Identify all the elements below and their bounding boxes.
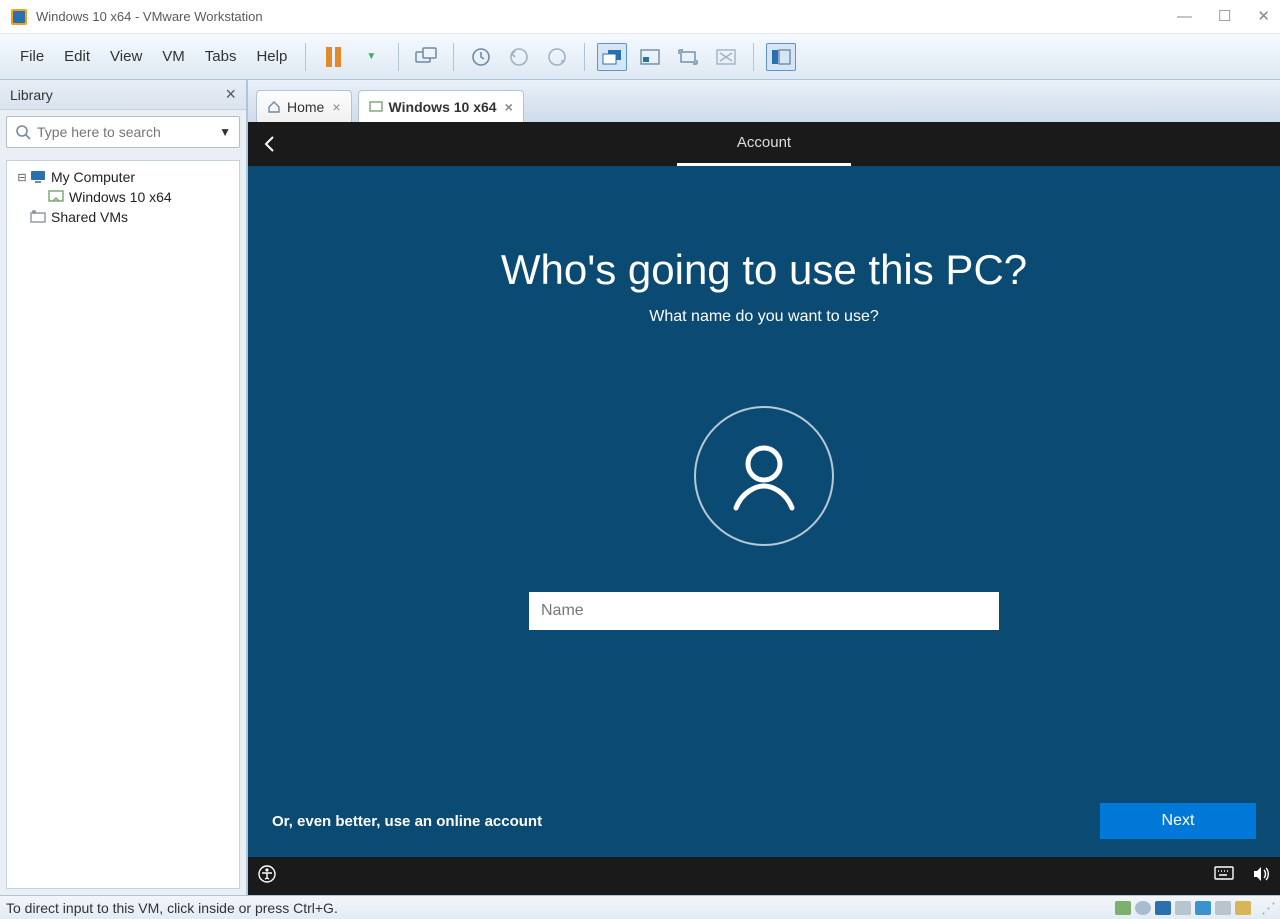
menu-view[interactable]: View [100,42,152,71]
tray-harddisk-icon[interactable] [1115,901,1131,915]
guest-topbar: Account [248,122,1280,166]
search-icon [15,124,31,140]
tray-usb-icon[interactable] [1195,901,1211,915]
guest-content: Who's going to use this PC? What name do… [248,166,1280,857]
library-sidebar: Library × ▼ ⊟ My Computer Windo [0,80,248,895]
library-search-input[interactable] [37,124,219,140]
window-minimize-button[interactable]: — [1177,9,1192,24]
tab-close-button[interactable]: × [505,99,513,115]
tabstrip: Home × Windows 10 x64 × [248,80,1280,122]
main-area: Home × Windows 10 x64 × Account [248,80,1280,895]
tree-spacer [15,211,29,223]
toolbar-divider [398,43,399,71]
keyboard-icon [415,47,437,67]
tray-printer-icon[interactable] [1175,901,1191,915]
menubar: File Edit View VM Tabs Help ▼ [0,34,1280,80]
show-console-button[interactable] [597,43,627,71]
tree-label: Windows 10 x64 [69,189,172,205]
toolbar-divider [305,43,306,71]
statusbar: To direct input to this VM, click inside… [0,895,1280,919]
toolbar-divider [453,43,454,71]
tab-close-button[interactable]: × [332,99,340,115]
tree-label: My Computer [51,169,135,185]
computer-icon [29,170,47,184]
ease-of-access-button[interactable] [258,865,276,888]
guest-section-account[interactable]: Account [677,122,851,166]
fullscreen-button[interactable] [673,43,703,71]
library-title: Library [10,87,53,103]
shared-icon [29,210,47,224]
library-search[interactable]: ▼ [6,116,240,148]
menu-file[interactable]: File [10,42,54,71]
console-icon [602,49,622,65]
guest-next-button[interactable]: Next [1100,803,1256,839]
user-icon [724,436,804,516]
keyboard-icon [1214,866,1234,880]
tray-sound-icon[interactable] [1215,901,1231,915]
snapshot-button[interactable] [466,43,496,71]
keyboard-layout-button[interactable] [1214,866,1234,887]
unity-mode-button[interactable] [711,43,741,71]
tree-node-windows10[interactable]: Windows 10 x64 [11,187,235,207]
menu-help[interactable]: Help [246,42,297,71]
guest-heading: Who's going to use this PC? [501,246,1027,294]
menu-vm[interactable]: VM [152,42,195,71]
toolbar-divider [753,43,754,71]
menu-tabs[interactable]: Tabs [195,42,247,71]
unity-icon [716,49,736,65]
library-icon [771,49,791,65]
tray-shared-folder-icon[interactable] [1235,901,1251,915]
library-tree: ⊟ My Computer Windows 10 x64 Shared VMs [6,160,240,889]
guest-name-input[interactable] [529,592,999,630]
library-toggle-button[interactable] [766,43,796,71]
tab-label: Home [287,99,324,115]
thumbnail-icon [640,49,660,65]
home-icon [267,100,281,114]
window-close-button[interactable]: ✕ [1257,9,1270,24]
device-tray: ⋰ [1115,899,1274,917]
speaker-icon [1252,866,1270,882]
vm-icon [369,101,383,113]
manage-snapshots-button[interactable] [542,43,572,71]
guest-online-account-link[interactable]: Or, even better, use an online account [272,813,542,830]
tray-cd-icon[interactable] [1135,901,1151,915]
vm-view[interactable]: Account Who's going to use this PC? What… [248,122,1280,895]
pause-vm-button[interactable] [318,43,348,71]
tree-collapse-icon[interactable]: ⊟ [15,171,29,184]
clock-icon [471,47,491,67]
send-ctrl-alt-del-button[interactable] [411,43,441,71]
search-dropdown-button[interactable]: ▼ [219,125,231,139]
volume-button[interactable] [1252,866,1270,887]
resize-grip-icon[interactable]: ⋰ [1261,899,1274,917]
accessibility-icon [258,865,276,883]
tab-label: Windows 10 x64 [389,99,497,115]
window-title: Windows 10 x64 - VMware Workstation [36,9,263,24]
toolbar-divider [584,43,585,71]
library-close-button[interactable]: × [225,84,236,105]
guest-subheading: What name do you want to use? [649,308,878,326]
vm-icon [47,190,65,204]
tree-label: Shared VMs [51,209,128,225]
pause-icon [326,47,341,67]
tree-node-my-computer[interactable]: ⊟ My Computer [11,167,235,187]
clock-back-icon [509,47,529,67]
tab-windows10[interactable]: Windows 10 x64 × [358,90,524,122]
library-header: Library × [0,80,246,110]
window-titlebar: Windows 10 x64 - VMware Workstation — ☐ … [0,0,1280,34]
menu-edit[interactable]: Edit [54,42,100,71]
tree-node-shared-vms[interactable]: Shared VMs [11,207,235,227]
chevron-down-icon: ▼ [366,51,376,62]
window-maximize-button[interactable]: ☐ [1218,9,1231,24]
guest-avatar [694,406,834,546]
clock-manage-icon [547,47,567,67]
tray-network-icon[interactable] [1155,901,1171,915]
app-icon [10,8,28,26]
power-dropdown-button[interactable]: ▼ [356,43,386,71]
status-hint: To direct input to this VM, click inside… [6,900,338,916]
tab-home[interactable]: Home × [256,90,352,122]
thumbnail-view-button[interactable] [635,43,665,71]
revert-snapshot-button[interactable] [504,43,534,71]
fullscreen-icon [678,49,698,65]
guest-footbar [248,857,1280,895]
